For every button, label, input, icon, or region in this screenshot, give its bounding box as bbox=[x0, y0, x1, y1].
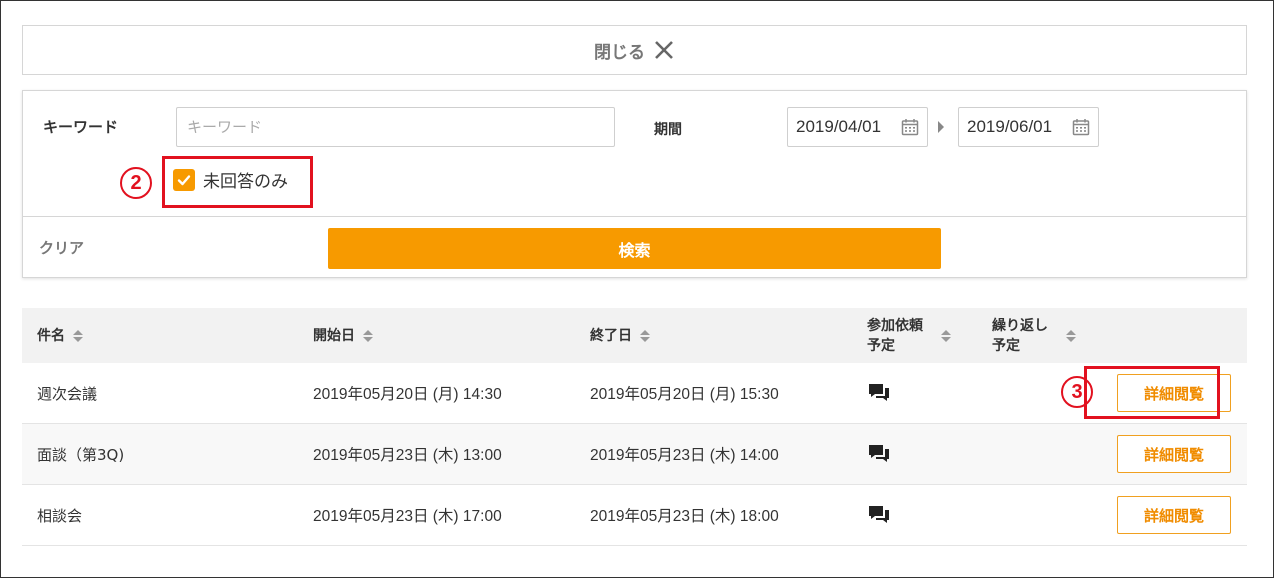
header-participation-label: 参加依頼 予定 bbox=[867, 317, 923, 354]
date-to-value: 2019/06/01 bbox=[967, 117, 1053, 136]
header-subject[interactable]: 件名 bbox=[37, 308, 83, 363]
search-panel: キーワード 期間 2019/04/01 2019/06/01 2 bbox=[22, 90, 1247, 278]
cell-subject: 相談会 bbox=[37, 506, 83, 525]
close-label: 閉じる bbox=[594, 42, 645, 63]
calendar-icon[interactable] bbox=[1072, 118, 1090, 136]
header-recurring-label: 繰り返し 予定 bbox=[992, 317, 1048, 354]
annotation-marker-2: 2 bbox=[120, 167, 152, 199]
speech-bubbles-icon[interactable] bbox=[867, 504, 891, 526]
header-start[interactable]: 開始日 bbox=[313, 308, 373, 363]
sort-arrows-icon[interactable] bbox=[1066, 329, 1076, 342]
table-row[interactable]: 面談（第3Q) 2019年05月23日 (木) 13:00 2019年05月23… bbox=[22, 424, 1247, 485]
cell-participation bbox=[867, 424, 891, 484]
detail-view-button[interactable]: 詳細閲覧 bbox=[1117, 496, 1231, 534]
results-table: 件名 開始日 終了日 参加依頼 予定 繰り返し 予定 週次会議 2019年05月… bbox=[22, 308, 1247, 546]
cell-subject: 面談（第3Q) bbox=[37, 445, 125, 464]
detail-view-button[interactable]: 詳細閲覧 bbox=[1117, 435, 1231, 473]
header-recurring[interactable]: 繰り返し 予定 bbox=[992, 308, 1076, 363]
cell-start: 2019年05月23日 (木) 13:00 bbox=[313, 447, 502, 464]
cell-start: 2019年05月23日 (木) 17:00 bbox=[313, 508, 502, 525]
sort-arrows-icon[interactable] bbox=[941, 329, 951, 342]
cell-subject: 週次会議 bbox=[37, 384, 98, 403]
close-panel-button[interactable]: 閉じる bbox=[22, 25, 1247, 75]
unanswered-only-checkbox[interactable]: 未回答のみ bbox=[173, 167, 288, 192]
date-range-arrow-icon bbox=[938, 121, 944, 133]
date-from-input[interactable]: 2019/04/01 bbox=[787, 107, 928, 147]
header-end[interactable]: 終了日 bbox=[590, 308, 650, 363]
sort-arrows-icon[interactable] bbox=[73, 329, 83, 342]
date-from-value: 2019/04/01 bbox=[796, 117, 882, 136]
cell-end: 2019年05月23日 (木) 18:00 bbox=[590, 508, 779, 525]
unanswered-only-label: 未回答のみ bbox=[203, 172, 288, 192]
cell-end: 2019年05月20日 (月) 15:30 bbox=[590, 386, 779, 403]
sort-arrows-icon[interactable] bbox=[363, 329, 373, 342]
panel-divider bbox=[23, 216, 1246, 217]
search-button[interactable]: 検索 bbox=[328, 228, 941, 269]
cell-start: 2019年05月20日 (月) 14:30 bbox=[313, 386, 502, 403]
table-header: 件名 開始日 終了日 参加依頼 予定 繰り返し 予定 bbox=[22, 308, 1247, 363]
cell-end: 2019年05月23日 (木) 14:00 bbox=[590, 447, 779, 464]
header-end-label: 終了日 bbox=[590, 327, 632, 344]
calendar-icon[interactable] bbox=[901, 118, 919, 136]
header-subject-label: 件名 bbox=[37, 327, 65, 344]
header-participation[interactable]: 参加依頼 予定 bbox=[867, 308, 951, 363]
period-label: 期間 bbox=[654, 122, 682, 138]
speech-bubbles-icon[interactable] bbox=[867, 382, 891, 404]
cell-participation bbox=[867, 485, 891, 545]
checkmark-icon bbox=[177, 174, 191, 185]
checkbox-checked[interactable] bbox=[173, 168, 195, 191]
sort-arrows-icon[interactable] bbox=[640, 329, 650, 342]
keyword-label: キーワード bbox=[43, 118, 119, 136]
annotation-marker-3: 3 bbox=[1061, 376, 1093, 408]
speech-bubbles-icon[interactable] bbox=[867, 443, 891, 465]
cell-participation bbox=[867, 363, 891, 423]
close-x-icon bbox=[655, 41, 673, 59]
detail-view-button[interactable]: 詳細閲覧 bbox=[1117, 374, 1231, 412]
date-to-input[interactable]: 2019/06/01 bbox=[958, 107, 1099, 147]
keyword-input[interactable] bbox=[176, 107, 615, 147]
header-start-label: 開始日 bbox=[313, 327, 355, 344]
table-row[interactable]: 相談会 2019年05月23日 (木) 17:00 2019年05月23日 (木… bbox=[22, 485, 1247, 546]
clear-button[interactable]: クリア bbox=[39, 237, 84, 258]
